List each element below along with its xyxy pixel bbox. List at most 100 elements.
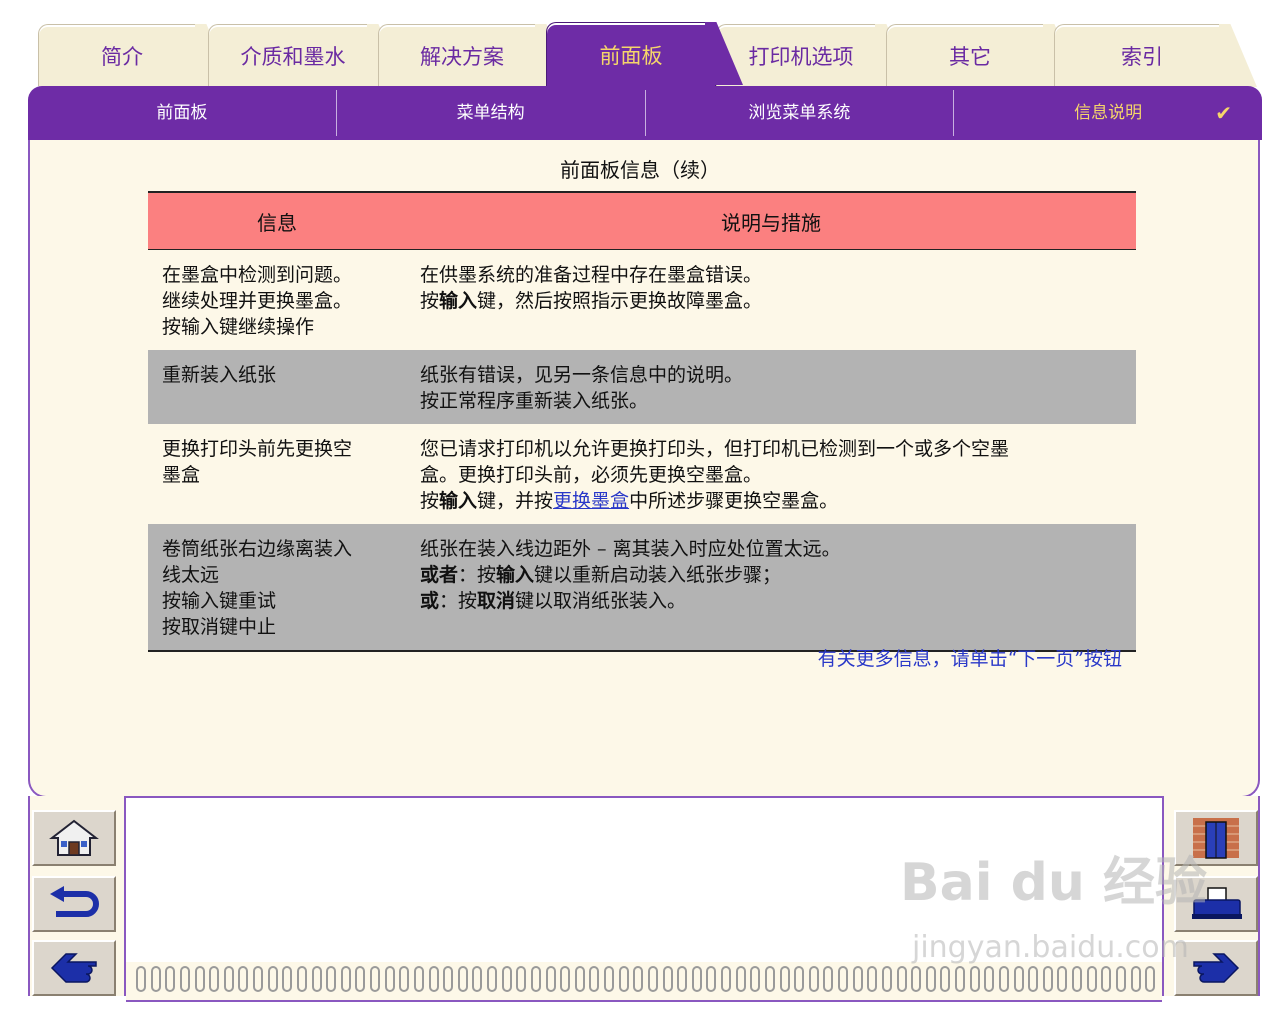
replace-cartridge-link[interactable]: 更换墨盒: [553, 490, 629, 512]
message-line: 按输入键重试: [162, 590, 277, 612]
tab-label: 简介: [101, 44, 143, 69]
spiral-ring: [165, 966, 176, 992]
subnav-browse-menu[interactable]: 浏览菜单系统: [646, 90, 955, 136]
spiral-ring: [647, 966, 658, 992]
spiral-ring: [428, 966, 439, 992]
back-arrow-icon: [50, 886, 99, 917]
tab-media-ink[interactable]: 介质和墨水: [208, 24, 378, 86]
spiral-ring: [253, 966, 263, 992]
text: 按: [420, 490, 440, 512]
description-line: 纸张在装入线边距外 – 离其装入时应处位置太远。: [420, 538, 841, 560]
spiral-ring: [194, 966, 205, 992]
tab-label: 前面板: [599, 43, 663, 68]
spiral-ring: [443, 966, 454, 992]
column-header-description: 说明与措施: [406, 191, 1136, 250]
tab-other[interactable]: 其它: [886, 24, 1054, 86]
message-cell: 在墨盒中检测到问题。 继续处理并更换墨盒。 按输入键继续操作: [148, 250, 406, 351]
column-header-info: 信息: [148, 191, 406, 250]
spiral-ring: [545, 966, 556, 992]
more-info-hint: 有关更多信息，请单击“下一页”按钮: [817, 648, 1122, 670]
message-line: 卷筒纸张右边缘离装入: [162, 538, 353, 560]
spiral-ring: [530, 966, 541, 992]
spiral-ring: [867, 966, 878, 992]
spiral-ring: [1057, 966, 1068, 992]
spiral-ring: [1115, 966, 1126, 992]
spiral-ring: [574, 966, 585, 992]
message-cell: 重新装入纸张: [148, 350, 406, 424]
spiral-ring: [706, 966, 717, 992]
subnav-front-panel[interactable]: 前面板: [28, 90, 337, 136]
spiral-ring: [1101, 966, 1112, 992]
spiral-ring: [399, 966, 410, 992]
spiral-ring: [852, 966, 863, 992]
tab-front-panel[interactable]: 前面板: [546, 22, 716, 86]
watermark-logo: Bai du 经验: [900, 853, 1207, 913]
tab-intro[interactable]: 简介: [38, 24, 206, 86]
key-name: 输入: [439, 490, 478, 512]
previous-page-button[interactable]: [32, 940, 116, 996]
spiral-ring: [516, 966, 527, 992]
message-line: 重新装入纸张: [162, 364, 277, 386]
spiral-ring: [209, 966, 220, 992]
text: 键，然后按照指示更换故障墨盒。: [477, 290, 763, 312]
spiral-ring: [1042, 966, 1053, 992]
message-line: 继续处理并更换墨盒。: [162, 290, 353, 312]
table-row: 重新装入纸张 纸张有错误，见另一条信息中的说明。 按正常程序重新装入纸张。: [148, 350, 1136, 424]
description-line: 您已请求打印机以允许更换打印头，但打印机已检测到一个或多个空墨: [420, 438, 1010, 460]
text: 键以取消纸张装入。: [515, 590, 687, 612]
spiral-ring: [223, 966, 234, 992]
spiral-ring: [911, 966, 922, 992]
tab-printer-options[interactable]: 打印机选项: [716, 24, 886, 86]
spiral-ring: [1013, 966, 1024, 992]
spiral-ring: [662, 966, 673, 992]
spiral-ring: [998, 966, 1009, 992]
spiral-ring: [764, 966, 775, 992]
spiral-ring: [282, 966, 293, 992]
spiral-ring: [1145, 966, 1156, 992]
spiral-ring: [1028, 966, 1039, 992]
key-name: 或者: [420, 564, 459, 586]
message-line: 更换打印头前先更换空: [162, 438, 353, 460]
sub-navigation: 前面板 菜单结构 浏览菜单系统 信息说明 ✔: [28, 86, 1262, 140]
key-name: 输入: [496, 564, 535, 586]
spiral-ring: [413, 966, 424, 992]
subnav-label: 信息说明: [1074, 103, 1143, 123]
description-line: 按正常程序重新装入纸张。: [420, 390, 649, 412]
spiral-ring: [823, 966, 834, 992]
message-cell: 卷筒纸张右边缘离装入 线太远 按输入键重试 按取消键中止: [148, 524, 406, 652]
spiral-ring: [750, 966, 761, 992]
spiral-ring: [560, 966, 571, 992]
description-cell: 纸张在装入线边距外 – 离其装入时应处位置太远。 或者：按输入键以重新启动装入纸…: [406, 524, 1136, 652]
description-line: 在供墨系统的准备过程中存在墨盒错误。: [420, 264, 763, 286]
message-line: 线太远: [162, 564, 220, 586]
next-page-icon: [1193, 953, 1240, 983]
tab-label: 索引: [1121, 44, 1163, 69]
spiral-ring: [457, 966, 468, 992]
spiral-ring: [955, 966, 965, 992]
text: 按: [420, 290, 440, 312]
tab-solutions[interactable]: 解决方案: [378, 24, 546, 86]
subnav-messages[interactable]: 信息说明 ✔: [954, 90, 1262, 136]
spiral-ring: [779, 966, 790, 992]
back-button[interactable]: [32, 876, 116, 932]
table-header-row: 信息 说明与措施: [148, 191, 1136, 250]
spiral-ring: [1072, 966, 1082, 992]
spiral-ring: [1130, 966, 1141, 992]
home-button[interactable]: [32, 810, 116, 866]
text: ：按: [439, 590, 478, 612]
text: ：按: [458, 564, 497, 586]
spiral-ring: [340, 966, 351, 992]
tab-index[interactable]: 索引: [1054, 24, 1230, 86]
tab-label: 解决方案: [420, 44, 504, 69]
description-line: 或者：按输入键以重新启动装入纸张步骤；: [420, 562, 1122, 588]
message-line: 墨盒: [162, 464, 201, 486]
table-row: 卷筒纸张右边缘离装入 线太远 按输入键重试 按取消键中止 纸张在装入线边距外 –…: [148, 524, 1136, 652]
message-cell: 更换打印头前先更换空 墨盒: [148, 424, 406, 524]
spiral-ring: [296, 966, 307, 992]
spiral-ring: [501, 966, 512, 992]
spiral-ring: [1086, 966, 1097, 992]
key-name: 输入: [439, 290, 478, 312]
text: 中所述步骤更换空墨盒。: [629, 490, 839, 512]
subnav-menu-structure[interactable]: 菜单结构: [337, 90, 646, 136]
description-line: 按输入键，并按更换墨盒中所述步骤更换空墨盒。: [420, 488, 1122, 514]
